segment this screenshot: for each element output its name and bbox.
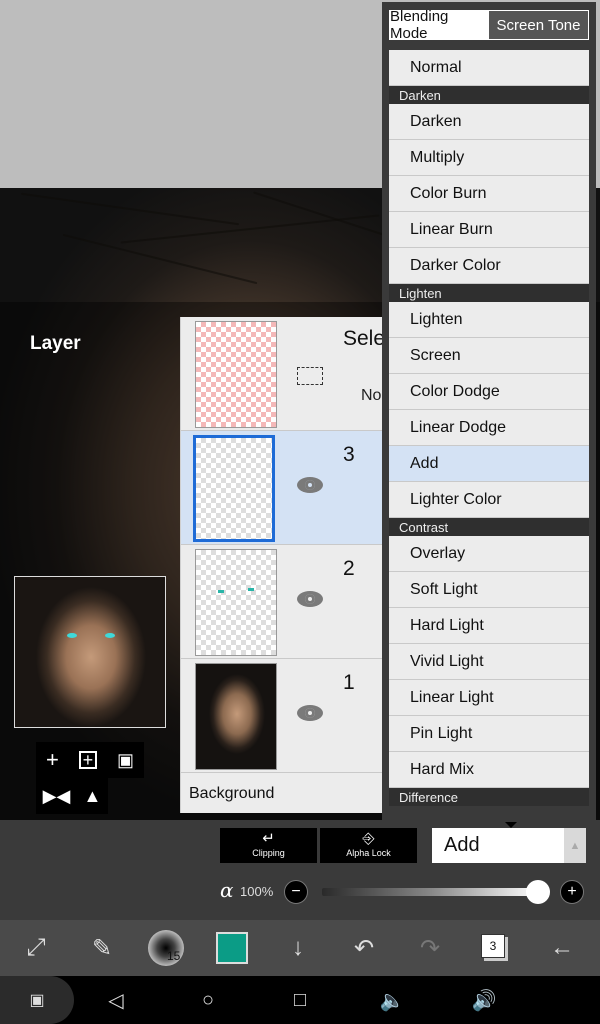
blend-option-add[interactable]: Add (389, 446, 589, 482)
tab-blending-mode[interactable]: Blending Mode (390, 8, 489, 42)
nav-home-icon[interactable]: ○ (194, 986, 222, 1014)
camera-icon[interactable]: ▣ (117, 751, 134, 769)
layer-tools-row-1: + + ▣ (36, 742, 144, 778)
blend-group-header: Lighten (389, 284, 589, 302)
transform-icon[interactable]: ⤢ (16, 928, 56, 968)
blend-option-lighten[interactable]: Lighten (389, 302, 589, 338)
alpha-lock-button[interactable]: ⎆ Alpha Lock (320, 828, 417, 863)
visibility-eye-icon[interactable] (297, 705, 323, 721)
layer-tools-row-2: ▶◀ ▲ (36, 778, 108, 814)
clipping-button[interactable]: ↵ Clipping (220, 828, 317, 863)
layer-panel-title: Layer (30, 333, 81, 354)
background-label: Background (189, 785, 275, 802)
selection-icon (297, 367, 323, 385)
hair-stroke (62, 233, 258, 285)
layer-row[interactable]: 1 N (181, 659, 393, 773)
selection-layer-thumbnail (195, 321, 277, 428)
undo-icon[interactable]: ↶ (344, 928, 384, 968)
blend-option-lighter-color[interactable]: Lighter Color (389, 482, 589, 518)
blend-tabs: Blending Mode Screen Tone (389, 8, 589, 42)
layer-number: 3 (343, 443, 355, 466)
blend-group-header: Difference (389, 788, 589, 806)
blend-option-color-dodge[interactable]: Color Dodge (389, 374, 589, 410)
blend-option-multiply[interactable]: Multiply (389, 140, 589, 176)
layer-thumbnail (193, 435, 275, 542)
opacity-value: 100% (240, 884, 274, 899)
blend-option-screen[interactable]: Screen (389, 338, 589, 374)
background-layer-row[interactable]: Background (181, 773, 391, 813)
blend-mode-list: Normal Darken Darken Multiply Color Burn… (389, 50, 589, 815)
opacity-symbol: α (220, 878, 234, 902)
opacity-increase-button[interactable]: + (560, 880, 584, 904)
layer-number: 1 (343, 671, 355, 694)
layer-row[interactable]: 2 (181, 545, 391, 659)
canvas-preview-thumbnail[interactable] (14, 576, 166, 728)
nav-back-icon[interactable]: ◁ (102, 986, 130, 1014)
opacity-slider[interactable] (322, 888, 540, 896)
layer-control-strip: ↵ Clipping ⎆ Alpha Lock Add ▲ α 100% − + (0, 820, 600, 920)
bottom-toolbar: ⤢ ✎ 15 ↓ ↶ ↷ 3 ← (0, 920, 600, 976)
blend-option-color-burn[interactable]: Color Burn (389, 176, 589, 212)
chevron-up-icon[interactable]: ▲ (564, 828, 586, 863)
flip-horizontal-icon[interactable]: ▶◀ (43, 787, 71, 805)
layer-list: Selec No 3 2 1 N Background (180, 317, 396, 813)
lock-icon: ⎆ (362, 830, 375, 847)
blend-option-linear-dodge[interactable]: Linear Dodge (389, 410, 589, 446)
add-image-layer-icon[interactable]: + (78, 751, 97, 769)
system-nav-bar: ▣ ◁ ○ □ 🔈 🔊 (0, 976, 600, 1024)
redo-icon[interactable]: ↷ (410, 928, 450, 968)
flip-vertical-icon[interactable]: ▲ (84, 787, 102, 805)
color-swatch[interactable] (216, 932, 248, 964)
volume-down-icon[interactable]: 🔈 (378, 986, 406, 1014)
arrow-down-icon[interactable]: ↓ (278, 928, 318, 968)
brush-size-value: 15 (167, 949, 181, 963)
opacity-decrease-button[interactable]: − (284, 880, 308, 904)
blend-option-pin-light[interactable]: Pin Light (389, 716, 589, 752)
blend-option-soft-light[interactable]: Soft Light (389, 572, 589, 608)
nav-recents-icon[interactable]: □ (286, 986, 314, 1014)
alpha-lock-label: Alpha Lock (346, 848, 391, 858)
blend-mode-dropdown: Blending Mode Screen Tone Normal Darken … (382, 2, 596, 820)
hair-stroke (20, 192, 240, 226)
preview-eye (67, 633, 77, 638)
layers-button[interactable]: 3 (481, 934, 505, 958)
blend-option-darker-color[interactable]: Darker Color (389, 248, 589, 284)
visibility-eye-icon[interactable] (297, 591, 323, 607)
blend-option-hard-light[interactable]: Hard Light (389, 608, 589, 644)
add-layer-icon[interactable]: + (46, 749, 59, 771)
screenshot-icon[interactable]: ▣ (0, 976, 74, 1024)
selection-layer-row[interactable]: Selec No (181, 317, 396, 431)
blend-option-linear-light[interactable]: Linear Light (389, 680, 589, 716)
layer-row[interactable]: 3 (181, 431, 391, 545)
blend-option-hard-mix[interactable]: Hard Mix (389, 752, 589, 788)
blend-group-header: Darken (389, 86, 589, 104)
blend-mode-select[interactable]: Add (432, 828, 564, 863)
blend-option-overlay[interactable]: Overlay (389, 536, 589, 572)
tab-screen-tone[interactable]: Screen Tone (489, 11, 588, 39)
visibility-eye-icon[interactable] (297, 477, 323, 493)
blend-option-linear-burn[interactable]: Linear Burn (389, 212, 589, 248)
preview-eye (105, 633, 115, 638)
hair-stroke (253, 191, 387, 237)
volume-up-icon[interactable]: 🔊 (470, 986, 498, 1014)
blend-group-header: Contrast (389, 518, 589, 536)
clipping-label: Clipping (252, 848, 285, 858)
layer-number: 2 (343, 557, 355, 580)
opacity-slider-thumb[interactable] (526, 880, 550, 904)
blend-option-darken[interactable]: Darken (389, 104, 589, 140)
clipping-icon: ↵ (262, 830, 275, 847)
layer-thumbnail (195, 549, 277, 656)
brush-icon[interactable]: ✎ (82, 928, 122, 968)
blend-option-vivid-light[interactable]: Vivid Light (389, 644, 589, 680)
blend-option-normal[interactable]: Normal (389, 50, 589, 86)
selection-layer-sub: No (361, 387, 382, 404)
back-arrow-icon[interactable]: ← (542, 928, 582, 968)
layer-thumbnail (195, 663, 277, 770)
